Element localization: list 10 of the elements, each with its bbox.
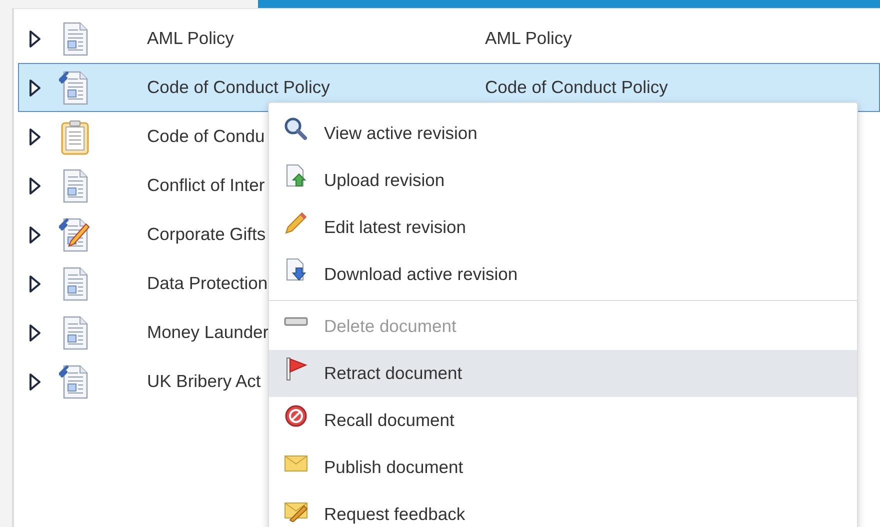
document-name: Conflict of Inter <box>147 175 265 195</box>
document-name: AML Policy <box>147 28 234 48</box>
document-name: Data Protection <box>147 273 268 293</box>
document-name: Corporate Gifts <box>147 224 266 244</box>
document-name: Money Launder <box>147 322 269 342</box>
document-name: UK Bribery Act <box>147 371 261 391</box>
document-title: Code of Conduct Policy <box>485 77 668 98</box>
document-title: AML Policy <box>485 28 572 49</box>
document-name: Code of Conduct Policy <box>147 77 330 97</box>
document-name: Code of Condu <box>147 126 265 146</box>
